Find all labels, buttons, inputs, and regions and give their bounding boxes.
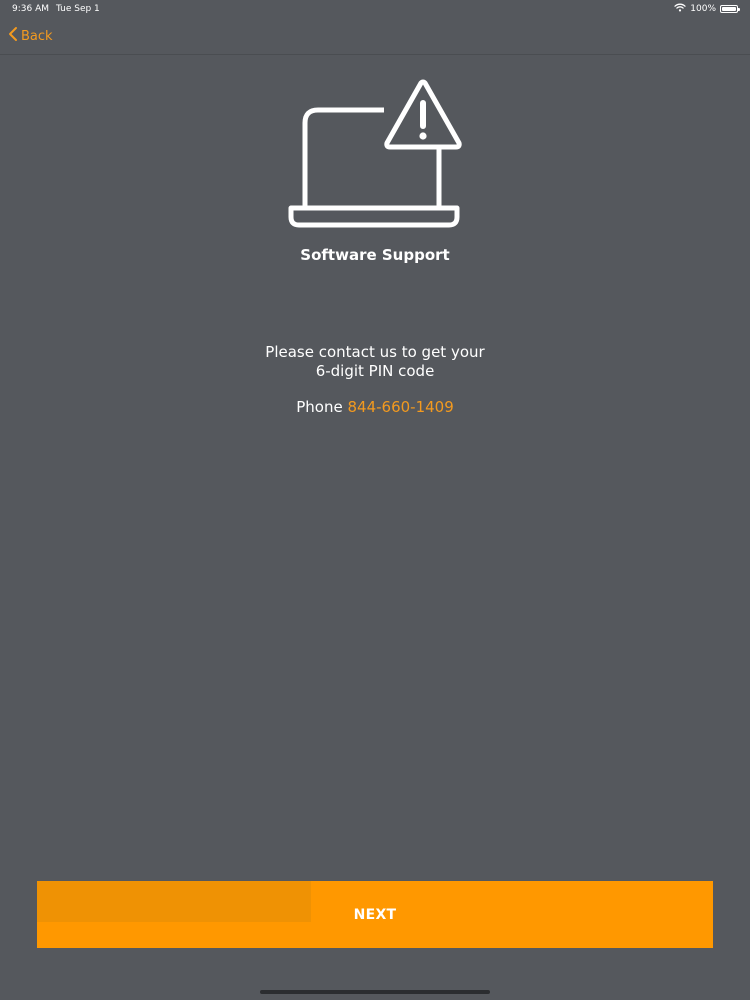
phone-label: Phone: [296, 398, 343, 416]
back-label: Back: [21, 28, 53, 44]
battery-tip: [738, 8, 740, 11]
wifi-icon: [674, 3, 686, 15]
page-title: Software Support: [300, 246, 450, 264]
battery-icon: [720, 5, 740, 13]
status-bar: 9:36 AM Tue Sep 1 100%: [0, 0, 750, 18]
status-indicators: 100%: [674, 3, 740, 15]
home-indicator: [260, 990, 490, 994]
instruction-line-1: Please contact us to get your: [265, 343, 485, 361]
battery-fill: [722, 7, 736, 11]
laptop-warning-icon: [286, 78, 464, 230]
status-date: Tue Sep 1: [56, 4, 100, 14]
battery-percent: 100%: [690, 4, 716, 14]
chevron-left-icon: [8, 26, 18, 46]
status-time: 9:36 AM: [12, 4, 49, 14]
next-button-label: NEXT: [353, 906, 397, 923]
back-button[interactable]: Back: [8, 26, 53, 46]
phone-line: Phone 844-660-1409: [0, 398, 750, 416]
phone-number-link[interactable]: 844-660-1409: [347, 398, 453, 416]
navigation-bar: Back: [0, 18, 750, 55]
instruction-line-2: 6-digit PIN code: [315, 362, 435, 380]
instruction-text: Please contact us to get your 6-digit PI…: [0, 343, 750, 381]
next-button[interactable]: NEXT: [37, 881, 713, 948]
